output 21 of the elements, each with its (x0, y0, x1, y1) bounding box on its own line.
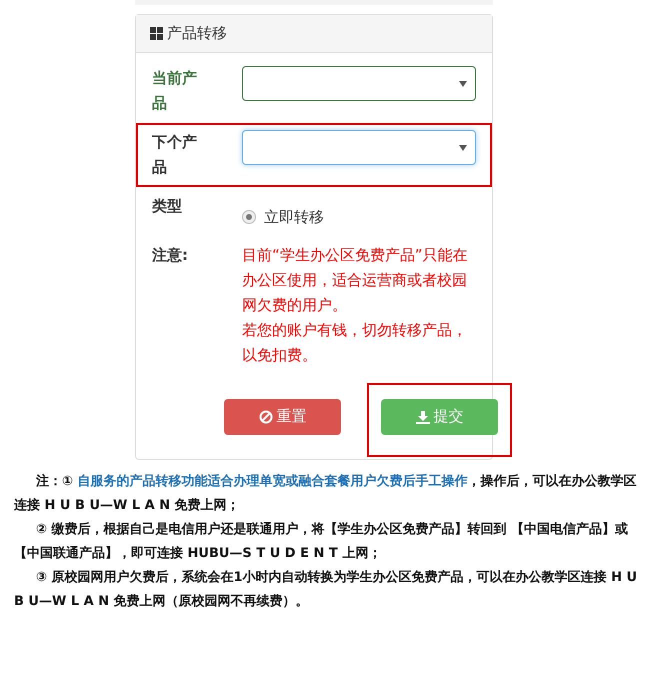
note-paragraph: ② 缴费后，根据自己是电信用户还是联通用户，将【学生办公区免费产品】转回到 【中国电信产品】或【中国联通产品】，即可连接 HUBU—S T U D E N T 上网； (14, 520, 630, 562)
select-field[interactable] (242, 66, 476, 101)
reset-button[interactable]: 重置 (224, 398, 341, 434)
field-label: 注意: (152, 244, 189, 266)
radio-button[interactable] (242, 210, 256, 224)
radio-label: 立即转移 (264, 207, 324, 228)
submit-button[interactable]: 提交 (381, 398, 498, 434)
note-paragraph: 注：① 自服务的产品转移功能适合办理单宽或融合套餐用户欠费后手工操作，操作后，可以在办公教学区连接 H U B U—W L A N 免费上网； (14, 472, 638, 514)
download-icon (416, 410, 430, 424)
field-label: 当前产品 (152, 68, 198, 114)
select-field[interactable] (242, 130, 476, 165)
caret-icon (459, 80, 467, 86)
field-label: 类型 (152, 196, 183, 217)
field-label: 下个产品 (152, 132, 198, 178)
caret-icon (459, 144, 467, 150)
warning-text: 若您的账户有钱，切勿转移产品，以免扣费。 (242, 320, 468, 366)
ban-icon (258, 410, 272, 424)
warning-text: 目前“学生办公区免费产品”只能在办公区使用，适合运营商或者校园网欠费的用户。 (242, 244, 469, 316)
grid-icon (150, 27, 163, 40)
note-paragraph: ③ 原校园网用户欠费后，系统会在1小时内自动转换为学生办公区免费产品，可以在办公教学区连接 H U B U—W L A N 免费上网（原校园网不再续费）。 (14, 568, 638, 610)
panel-title: 产品转移 (167, 23, 227, 44)
